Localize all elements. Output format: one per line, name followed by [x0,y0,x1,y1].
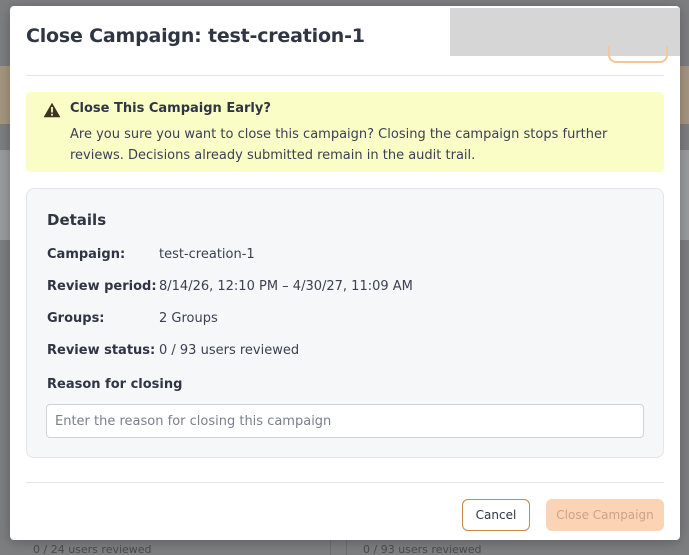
detail-label: Review period: [47,279,157,294]
details-heading: Details [47,211,107,229]
header-divider [26,75,664,76]
warning-message: Are you sure you want to close this camp… [70,127,608,163]
background-divider-right [346,540,347,555]
close-campaign-dialog: Close Campaign: test-creation-1 Close Th… [10,6,680,540]
detail-label: Groups: [47,311,105,326]
background-review-count-right: 0 / 93 users reviewed [363,543,482,555]
detail-value: test-creation-1 [159,247,255,262]
reason-label: Reason for closing [47,377,183,392]
detail-label: Review status: [47,343,156,358]
background-divider-left [330,540,331,555]
header-button-edge[interactable] [608,46,668,63]
warning-banner: Close This Campaign Early? Are you sure … [26,92,664,172]
footer-divider [26,482,664,483]
cancel-button[interactable]: Cancel [462,499,530,531]
dialog-title: Close Campaign: test-creation-1 [26,25,365,47]
detail-value: 8/14/26, 12:10 PM – 4/30/27, 11:09 AM [159,279,413,294]
details-card: Details Campaign: test-creation-1 Review… [26,188,664,458]
detail-value: 0 / 93 users reviewed [159,343,300,358]
reason-input[interactable] [46,404,644,438]
warning-triangle-icon [43,102,61,118]
background-review-count-left: 0 / 24 users reviewed [33,543,152,555]
detail-label: Campaign: [47,247,126,262]
warning-title: Close This Campaign Early? [70,101,271,116]
detail-value: 2 Groups [159,311,218,326]
close-campaign-button[interactable]: Close Campaign [546,499,664,531]
